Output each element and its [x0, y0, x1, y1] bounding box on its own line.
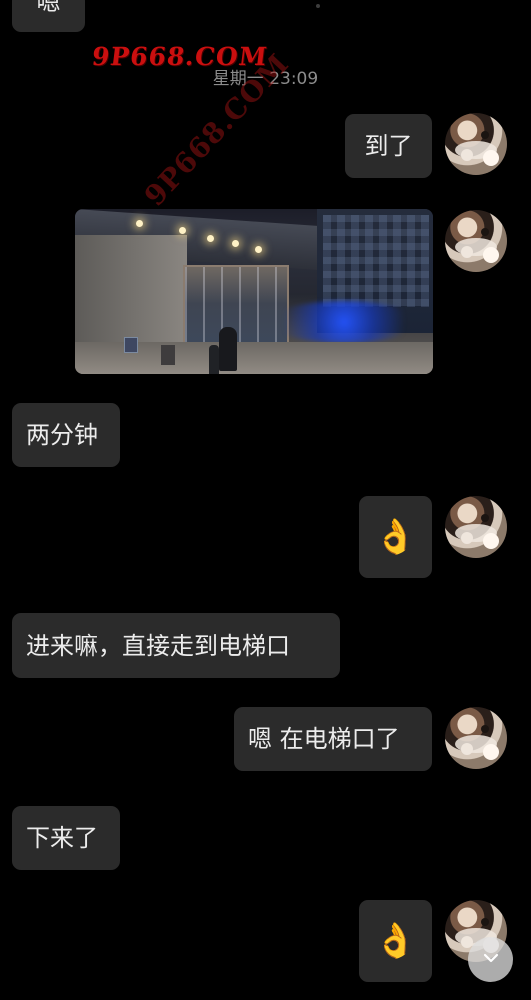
- message-bubble-3[interactable]: 两分钟: [12, 403, 120, 467]
- scroll-down-button[interactable]: [468, 937, 513, 982]
- chevron-down-icon: [481, 948, 501, 971]
- message-bubble-4[interactable]: 👌: [359, 496, 432, 578]
- status-dot: [316, 4, 320, 8]
- message-text-6: 嗯 在电梯口了: [248, 725, 400, 753]
- photo-lamp-1: [136, 220, 143, 227]
- message-bubble-top[interactable]: 嗯: [12, 0, 85, 32]
- photo-sign: [124, 337, 138, 353]
- avatar-self[interactable]: [445, 496, 507, 558]
- message-bubble-6[interactable]: 嗯 在电梯口了: [234, 707, 432, 771]
- message-text-3: 两分钟: [26, 421, 98, 449]
- message-bubble-1[interactable]: 到了: [345, 114, 432, 178]
- message-text-top: 嗯: [36, 0, 61, 16]
- avatar-self[interactable]: [445, 707, 507, 769]
- message-bubble-5[interactable]: 进来嘛，直接走到电梯口: [12, 613, 340, 678]
- ok-hand-emoji: 👌: [374, 517, 417, 557]
- message-bubble-7[interactable]: 下来了: [12, 806, 120, 870]
- avatar-self[interactable]: [445, 210, 507, 272]
- photo-blue-glow: [269, 301, 419, 343]
- photo-lamp-2: [179, 227, 186, 234]
- message-text-7: 下来了: [26, 824, 98, 852]
- avatar-self[interactable]: [445, 113, 507, 175]
- ok-hand-emoji: 👌: [374, 921, 417, 961]
- message-timestamp: 星期一 23:09: [212, 69, 319, 89]
- photo-lamp-3: [207, 235, 214, 242]
- message-text-5: 进来嘛，直接走到电梯口: [26, 631, 290, 660]
- message-image[interactable]: [75, 209, 433, 374]
- message-text-1: 到了: [364, 132, 413, 160]
- photo-lamp-5: [255, 246, 262, 253]
- photo-person: [219, 327, 237, 371]
- photo-stand: [161, 345, 175, 365]
- photo-lamp-4: [232, 240, 239, 247]
- message-bubble-8[interactable]: 👌: [359, 900, 432, 982]
